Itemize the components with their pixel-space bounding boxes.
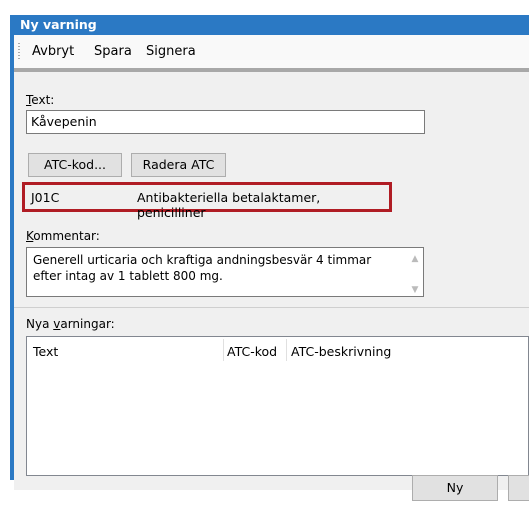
window-title: Ny varning (20, 17, 97, 32)
comment-line-2: efter intag av 1 tablett 800 mg. (33, 269, 223, 283)
comment-line-1: Generell urticaria och kraftiga andnings… (33, 253, 372, 267)
new-warnings-list[interactable]: Text ATC-kod ATC-beskrivning (26, 336, 529, 476)
column-header-atc-description[interactable]: ATC-beskrivning (291, 344, 391, 359)
secondary-button[interactable] (508, 475, 529, 501)
column-header-text[interactable]: Text (33, 344, 58, 359)
sign-button[interactable]: Signera (146, 44, 196, 59)
dialog-body: Avbryt Spara Signera Text: Kåvepenin ATC… (14, 35, 529, 501)
selected-atc-row: J01C Antibakteriella betalaktamer, penic… (22, 182, 392, 220)
comment-textarea[interactable]: Generell urticaria och kraftiga andnings… (26, 247, 424, 297)
atc-code-value: J01C (31, 190, 60, 205)
toolbar-divider (14, 68, 529, 72)
column-header-atc-code[interactable]: ATC-kod (227, 344, 277, 359)
scroll-down-icon[interactable]: ▼ (409, 282, 421, 298)
toolbar-grip-icon[interactable] (18, 43, 20, 61)
text-input-value: Kåvepenin (31, 114, 97, 129)
scroll-up-icon[interactable]: ▲ (409, 251, 421, 267)
text-label: Text: (26, 93, 55, 107)
toolbar: Avbryt Spara Signera (14, 35, 529, 68)
column-divider[interactable] (223, 339, 224, 361)
application-window: Ny varning Avbryt Spara Signera Text: Kå… (0, 0, 529, 506)
column-divider[interactable] (286, 339, 287, 361)
cancel-button[interactable]: Avbryt (32, 44, 74, 59)
new-warnings-label: Nya varningar: (26, 317, 115, 331)
new-button[interactable]: Ny (412, 475, 498, 501)
save-button[interactable]: Spara (94, 44, 132, 59)
text-input[interactable]: Kåvepenin (26, 110, 425, 134)
remove-atc-button[interactable]: Radera ATC (131, 153, 226, 177)
comment-label: Kommentar: (26, 229, 100, 243)
atc-description-value: Antibakteriella betalaktamer, penicillin… (137, 190, 321, 220)
window-title-bar[interactable]: Ny varning (10, 15, 529, 35)
section-divider (14, 307, 529, 308)
atc-code-button[interactable]: ATC-kod... (28, 153, 122, 177)
